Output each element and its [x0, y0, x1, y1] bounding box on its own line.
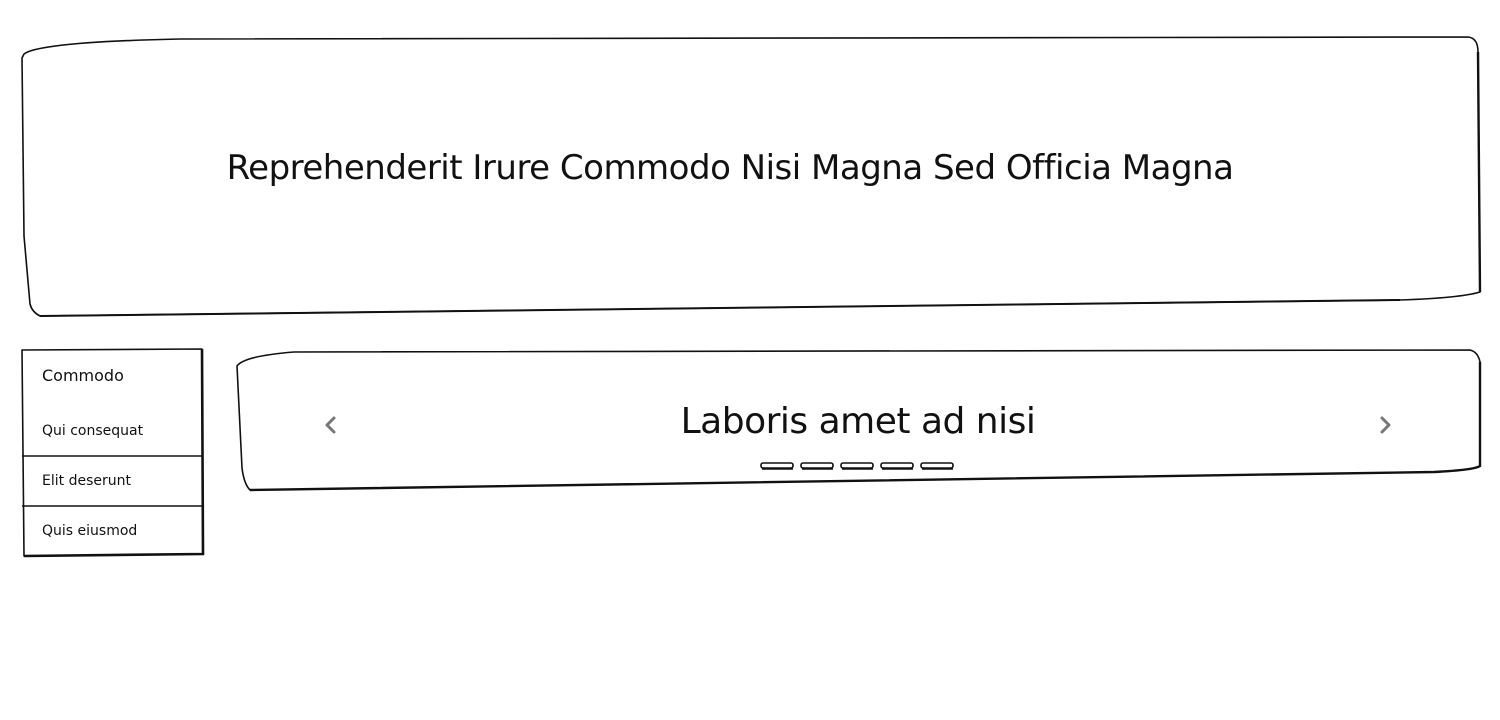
- sidebar-header: Commodo: [42, 366, 124, 385]
- carousel-indicators: [758, 462, 958, 474]
- chevron-right-icon: [1380, 416, 1391, 434]
- hero-banner: [20, 36, 1482, 318]
- carousel-indicator[interactable]: [760, 462, 794, 470]
- carousel-indicator[interactable]: [800, 462, 834, 470]
- sidebar-item-qui-consequat[interactable]: Qui consequat: [42, 422, 143, 440]
- carousel-slide-title: Laboris amet ad nisi: [680, 401, 1036, 442]
- hero-frame: [21, 36, 1482, 317]
- carousel-indicator[interactable]: [920, 462, 954, 470]
- sidebar-item-elit-deserunt[interactable]: Elit deserunt: [42, 472, 131, 490]
- carousel-indicator[interactable]: [840, 462, 874, 470]
- carousel: Laboris amet ad nisi: [234, 348, 1482, 492]
- sidebar-nav: Commodo Qui consequat Elit deserunt Quis…: [20, 348, 205, 558]
- carousel-indicator[interactable]: [880, 462, 914, 470]
- sidebar-item-quis-eiusmod[interactable]: Quis eiusmod: [42, 522, 137, 540]
- carousel-next-button[interactable]: [1374, 410, 1398, 440]
